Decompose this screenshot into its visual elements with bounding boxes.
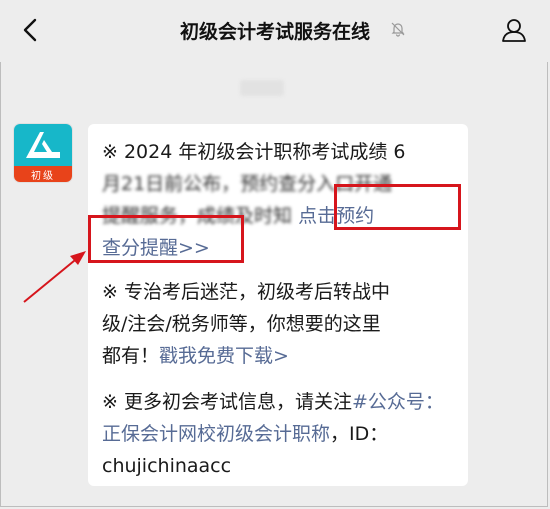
paragraph-next-steps: ※ 专治考后迷茫，初级考后转战中 级/注会/税务师等，你想要的这里 都有！戳我免… — [102, 276, 454, 372]
text-line: 级/注会/税务师等，你想要的这里 — [102, 313, 381, 335]
message-bubble: ※ 2024 年初级会计职称考试成绩 6 月21日前公布，预约查分入口开通 提醒… — [88, 124, 468, 486]
avatar-logo — [14, 124, 72, 166]
paragraph-follow-account: ※ 更多初会考试信息，请关注#公众号：正保会计网校初级会计职称，ID：chuji… — [102, 386, 454, 482]
avatar-label: 初级 — [14, 166, 72, 182]
text-line: ※ 更多初会考试信息，请关注#公众号：正保会计网校初级会计职称，ID：chuji… — [102, 391, 444, 477]
logo-icon — [26, 132, 60, 158]
avatar[interactable]: 初级 — [14, 124, 72, 182]
highlight-box-reminder — [88, 215, 244, 263]
profile-button[interactable] — [498, 14, 530, 46]
highlight-box-book — [334, 184, 461, 230]
message-timestamp — [240, 80, 284, 96]
text-line: 都有！戳我免费下载> — [102, 345, 289, 367]
free-download-link[interactable]: 戳我免费下载> — [159, 345, 289, 367]
chat-title: 初级会计考试服务在线 — [179, 21, 370, 43]
bell-off-icon — [391, 22, 405, 37]
text-line: ※ 2024 年初级会计职称考试成绩 6 — [102, 141, 406, 163]
chat-header: 初级会计考试服务在线 — [0, 0, 550, 62]
text-line: ※ 专治考后迷茫，初级考后转战中 — [102, 281, 390, 303]
person-icon — [502, 19, 526, 42]
